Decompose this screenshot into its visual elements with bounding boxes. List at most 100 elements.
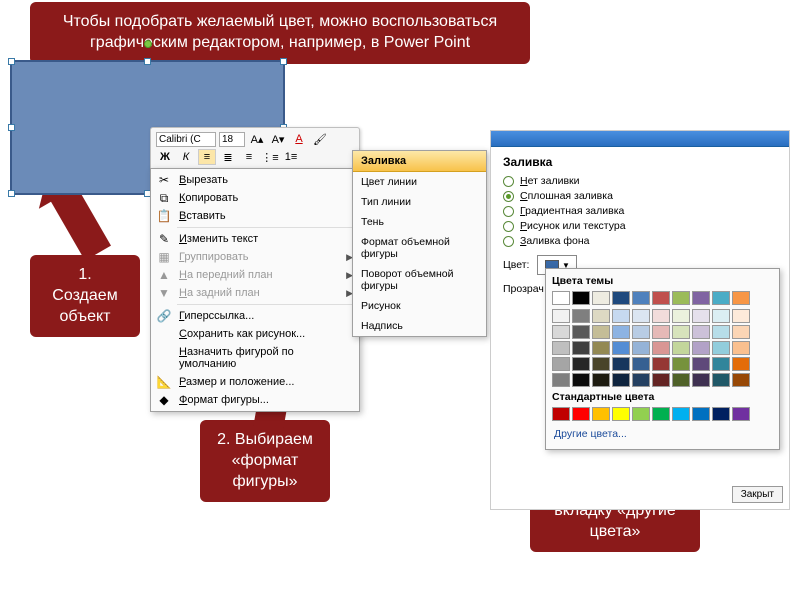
radio-button[interactable] <box>503 221 514 232</box>
color-swatch[interactable] <box>712 309 730 323</box>
color-swatch[interactable] <box>572 291 590 305</box>
color-swatch[interactable] <box>572 373 590 387</box>
format-category-item[interactable]: Тень <box>353 212 486 232</box>
color-swatch[interactable] <box>572 309 590 323</box>
context-menu-item[interactable]: 📋Вставить <box>151 207 359 225</box>
format-category-fill[interactable]: Заливка <box>353 151 486 172</box>
color-swatch[interactable] <box>612 291 630 305</box>
fill-option-row[interactable]: Заливка фона <box>503 235 777 247</box>
color-swatch[interactable] <box>672 291 690 305</box>
context-menu-item[interactable]: ✎Изменить текст <box>151 230 359 248</box>
color-swatch[interactable] <box>572 407 590 421</box>
context-menu-item[interactable]: Назначить фигурой по умолчанию <box>151 343 359 373</box>
fill-option-row[interactable]: Нет заливки <box>503 175 777 187</box>
color-swatch[interactable] <box>712 357 730 371</box>
color-swatch[interactable] <box>672 373 690 387</box>
color-swatch[interactable] <box>732 291 750 305</box>
radio-button[interactable] <box>503 206 514 217</box>
color-swatch[interactable] <box>632 373 650 387</box>
more-colors-link[interactable]: Другие цвета... <box>552 425 773 443</box>
color-swatch[interactable] <box>592 341 610 355</box>
color-swatch[interactable] <box>552 357 570 371</box>
color-swatch[interactable] <box>692 309 710 323</box>
context-menu-item[interactable]: ⧉Копировать <box>151 189 359 207</box>
color-swatch[interactable] <box>552 309 570 323</box>
color-swatch[interactable] <box>732 309 750 323</box>
color-swatch[interactable] <box>692 373 710 387</box>
color-swatch[interactable] <box>572 341 590 355</box>
color-swatch[interactable] <box>572 325 590 339</box>
color-swatch[interactable] <box>712 373 730 387</box>
color-swatch[interactable] <box>692 291 710 305</box>
color-swatch[interactable] <box>692 341 710 355</box>
color-swatch[interactable] <box>592 357 610 371</box>
font-color-icon[interactable]: A <box>290 131 308 147</box>
context-menu-item[interactable]: ✂Вырезать <box>151 171 359 189</box>
color-swatch[interactable] <box>732 341 750 355</box>
color-swatch[interactable] <box>692 407 710 421</box>
color-swatch[interactable] <box>732 407 750 421</box>
format-category-item[interactable]: Рисунок <box>353 296 486 316</box>
grow-font-icon[interactable]: A▴ <box>248 131 266 147</box>
color-swatch[interactable] <box>712 341 730 355</box>
numbering-button[interactable]: 1≡ <box>282 149 300 165</box>
format-category-item[interactable]: Тип линии <box>353 192 486 212</box>
color-swatch[interactable] <box>712 291 730 305</box>
color-swatch[interactable] <box>592 373 610 387</box>
color-swatch[interactable] <box>632 341 650 355</box>
color-swatch[interactable] <box>692 325 710 339</box>
color-swatch[interactable] <box>652 291 670 305</box>
fill-option-row[interactable]: Градиентная заливка <box>503 205 777 217</box>
color-swatch[interactable] <box>732 325 750 339</box>
color-swatch[interactable] <box>592 407 610 421</box>
color-swatch[interactable] <box>632 309 650 323</box>
color-swatch[interactable] <box>612 357 630 371</box>
fill-option-row[interactable]: Сплошная заливка <box>503 190 777 202</box>
font-select[interactable]: Calibri (С <box>156 132 216 147</box>
color-swatch[interactable] <box>592 291 610 305</box>
color-swatch[interactable] <box>612 325 630 339</box>
bold-button[interactable]: Ж <box>156 149 174 165</box>
format-category-item[interactable]: Цвет линии <box>353 172 486 192</box>
format-category-item[interactable]: Поворот объемной фигуры <box>353 264 486 296</box>
color-swatch[interactable] <box>732 357 750 371</box>
color-swatch[interactable] <box>672 341 690 355</box>
color-swatch[interactable] <box>652 357 670 371</box>
color-swatch[interactable] <box>652 325 670 339</box>
color-swatch[interactable] <box>552 341 570 355</box>
color-swatch[interactable] <box>672 325 690 339</box>
font-size-select[interactable]: 18 <box>219 132 245 147</box>
radio-button[interactable] <box>503 176 514 187</box>
color-swatch[interactable] <box>612 309 630 323</box>
color-swatch[interactable] <box>632 357 650 371</box>
context-menu-item[interactable]: ◆Формат фигуры... <box>151 391 359 409</box>
align-right-button[interactable]: ≡ <box>240 149 258 165</box>
color-swatch[interactable] <box>632 291 650 305</box>
align-left-button[interactable]: ≣ <box>219 149 237 165</box>
color-swatch[interactable] <box>652 309 670 323</box>
color-swatch[interactable] <box>552 373 570 387</box>
color-swatch[interactable] <box>652 373 670 387</box>
resize-handle[interactable] <box>144 58 151 65</box>
color-swatch[interactable] <box>612 341 630 355</box>
bullets-button[interactable]: ⋮≡ <box>261 149 279 165</box>
italic-button[interactable]: К <box>177 149 195 165</box>
color-swatch[interactable] <box>672 357 690 371</box>
color-swatch[interactable] <box>552 407 570 421</box>
resize-handle[interactable] <box>280 58 287 65</box>
color-swatch[interactable] <box>672 407 690 421</box>
color-swatch[interactable] <box>712 325 730 339</box>
radio-button[interactable] <box>503 191 514 202</box>
fill-option-row[interactable]: Рисунок или текстура <box>503 220 777 232</box>
format-painter-icon[interactable]: 🖌 <box>311 131 329 147</box>
context-menu-item[interactable]: 📐Размер и положение... <box>151 373 359 391</box>
format-category-item[interactable]: Формат объемной фигуры <box>353 232 486 264</box>
resize-handle[interactable] <box>8 190 15 197</box>
color-swatch[interactable] <box>652 341 670 355</box>
radio-button[interactable] <box>503 236 514 247</box>
resize-handle[interactable] <box>8 58 15 65</box>
color-swatch[interactable] <box>672 309 690 323</box>
color-swatch[interactable] <box>632 325 650 339</box>
resize-handle[interactable] <box>8 124 15 131</box>
rotate-handle[interactable] <box>144 40 152 48</box>
